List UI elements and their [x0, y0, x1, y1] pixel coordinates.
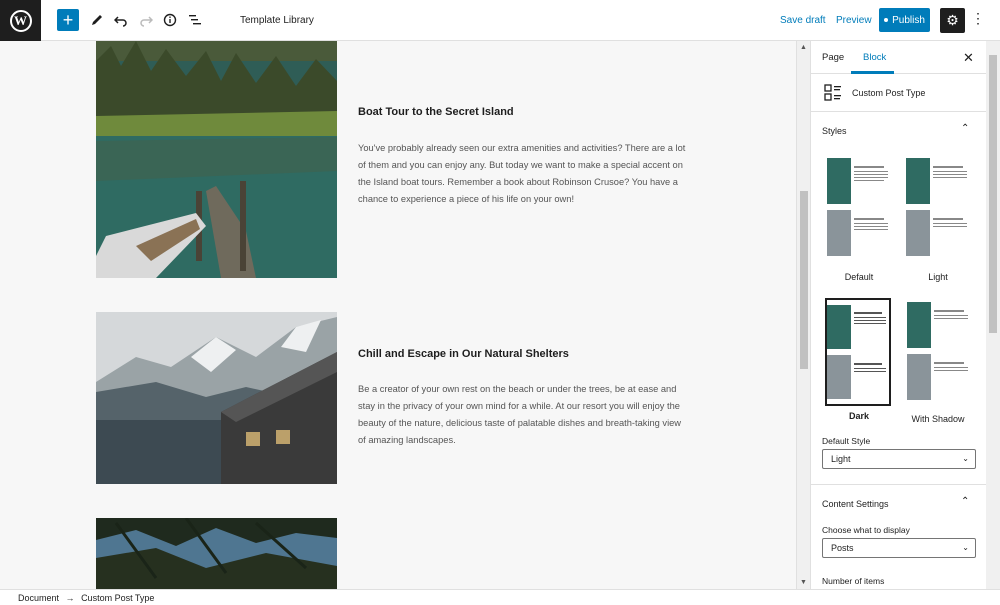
style-label-with-shadow: With Shadow [911, 414, 965, 424]
document-title[interactable]: Template Library [240, 15, 314, 26]
canvas-scroll-thumb[interactable] [800, 191, 808, 369]
breadcrumb: Document → Custom Post Type [0, 589, 1000, 605]
close-icon[interactable]: ✕ [963, 50, 974, 66]
scroll-up-icon[interactable]: ▲ [800, 44, 807, 51]
settings-sidebar: Page Block ✕ Custom Post Type Styles ⌃ D… [810, 41, 986, 589]
content-settings-title: Content Settings [822, 499, 889, 509]
number-of-items-label: Number of items [822, 576, 885, 586]
redo-icon[interactable] [135, 9, 157, 31]
tab-page[interactable]: Page [822, 52, 844, 63]
sidebar-scroll-thumb[interactable] [989, 55, 997, 333]
plus-icon[interactable]: + [57, 9, 79, 31]
chevron-up-icon: ⌃ [961, 123, 970, 134]
settings-gear-icon[interactable]: ⚙ [940, 8, 965, 33]
choose-display-value: Posts [831, 543, 854, 553]
breadcrumb-document[interactable]: Document [18, 593, 59, 603]
scroll-down-icon[interactable]: ▼ [800, 579, 807, 586]
default-style-select[interactable]: Light ⌄ [822, 449, 976, 469]
content-settings-panel-toggle[interactable]: Content Settings ⌃ [811, 485, 986, 520]
chevron-down-icon: ⌄ [962, 454, 969, 463]
post-item: Chill and Escape in Our Natural Shelters… [96, 312, 696, 484]
style-light-preview [906, 158, 967, 256]
list-view-icon[interactable] [184, 9, 206, 31]
mountain-shelter-image [96, 312, 337, 484]
style-option-with-shadow[interactable] [905, 298, 971, 406]
top-toolbar: W + Template Library Save draft Preview … [0, 0, 1000, 41]
preview-button[interactable]: Preview [836, 15, 872, 26]
undo-icon[interactable] [110, 9, 132, 31]
block-card: Custom Post Type [811, 74, 986, 112]
style-default-preview [827, 158, 888, 256]
styles-panel-title: Styles [822, 126, 847, 136]
choose-display-label: Choose what to display [822, 525, 910, 535]
sidebar-scrollbar[interactable] [986, 41, 1000, 589]
editor-canvas: ⠿ ⌃⌄ ⋮ Boat T [0, 41, 796, 589]
wordpress-logo-icon[interactable]: W [0, 0, 41, 41]
block-name: Custom Post Type [852, 88, 926, 98]
choose-display-select[interactable]: Posts ⌄ [822, 538, 976, 558]
lake-boat-image [96, 41, 337, 278]
style-option-default[interactable] [826, 156, 892, 264]
style-option-light[interactable] [905, 156, 971, 264]
style-label-default: Default [844, 272, 874, 282]
tree-branches-image [96, 518, 337, 589]
post-excerpt: You've probably already seen our extra a… [358, 143, 686, 204]
info-icon[interactable] [159, 9, 181, 31]
post-item [96, 518, 696, 589]
style-dark-preview [827, 305, 886, 399]
post-title[interactable]: Chill and Escape in Our Natural Shelters [358, 348, 569, 360]
custom-post-type-icon [824, 84, 841, 101]
style-label-dark: Dark [848, 411, 869, 421]
styles-panel-toggle[interactable]: Styles ⌃ [811, 112, 986, 147]
tab-block[interactable]: Block [863, 52, 886, 63]
default-style-value: Light [831, 454, 851, 464]
pencil-icon[interactable] [86, 9, 108, 31]
style-option-dark[interactable] [825, 298, 891, 406]
publish-label: Publish [892, 14, 925, 26]
breadcrumb-block[interactable]: Custom Post Type [81, 593, 154, 603]
style-shadow-preview [907, 302, 968, 400]
post-excerpt: Be a creator of your own rest on the bea… [358, 384, 682, 445]
chevron-down-icon: ⌄ [962, 543, 969, 552]
more-options-icon[interactable]: ⋮ [971, 10, 985, 27]
post-title[interactable]: Boat Tour to the Secret Island [358, 106, 514, 118]
breadcrumb-arrow: → [65, 593, 75, 603]
canvas-scrollbar[interactable]: ▲ ▼ [796, 41, 810, 589]
post-item: Boat Tour to the Secret Island You've pr… [96, 41, 696, 278]
default-style-label: Default Style [822, 436, 871, 446]
publish-button[interactable]: Publish [879, 8, 930, 32]
style-label-light: Light [928, 272, 948, 282]
chevron-up-icon: ⌃ [961, 496, 970, 507]
save-draft-button[interactable]: Save draft [780, 15, 826, 26]
